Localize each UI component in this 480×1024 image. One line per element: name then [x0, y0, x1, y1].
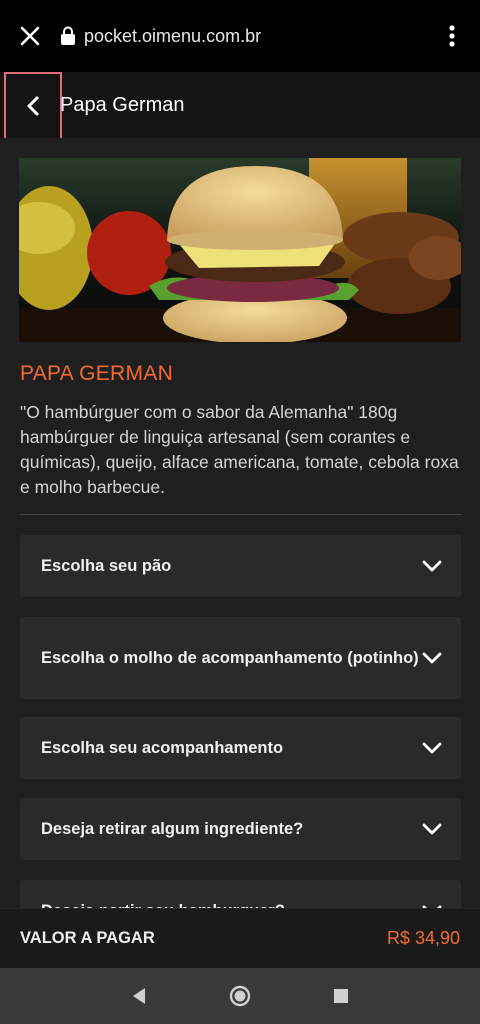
back-button[interactable]	[4, 72, 62, 140]
url-text: pocket.oimenu.com.br	[84, 25, 262, 46]
chevron-down-icon	[422, 742, 442, 754]
address-bar[interactable]: pocket.oimenu.com.br	[60, 26, 424, 47]
option-bread[interactable]: Escolha seu pão	[20, 535, 461, 597]
more-vert-icon	[449, 25, 455, 47]
chevron-down-icon	[422, 652, 442, 664]
chevron-left-icon	[27, 96, 39, 116]
divider	[20, 514, 461, 515]
total-price: R$ 34,90	[386, 928, 460, 948]
chevron-down-icon	[422, 905, 442, 908]
option-label: Deseja partir seu hamburguer?	[41, 900, 421, 908]
option-label: Escolha seu acompanhamento	[41, 739, 284, 757]
product-detail[interactable]: PAPA GERMAN "O hambúrguer com o sabor da…	[0, 138, 480, 908]
system-nav-bar	[0, 968, 480, 1024]
browser-toolbar: pocket.oimenu.com.br	[0, 0, 480, 72]
browser-menu-button[interactable]	[424, 0, 480, 72]
total-bar: VALOR A PAGAR R$ 34,90	[0, 908, 480, 968]
option-label: Escolha seu pão	[41, 557, 172, 575]
page-title: Papa German	[60, 93, 185, 116]
back-triangle-icon[interactable]	[131, 987, 147, 1005]
chevron-down-icon	[422, 823, 442, 835]
option-sauce[interactable]: Escolha o molho de acompanhamento (potin…	[20, 617, 461, 699]
close-tab-button[interactable]	[0, 0, 60, 72]
total-label: VALOR A PAGAR	[20, 929, 155, 947]
home-circle-icon[interactable]	[229, 985, 251, 1007]
option-label: Deseja retirar algum ingrediente?	[41, 820, 304, 838]
close-icon	[20, 26, 40, 46]
product-image	[19, 158, 461, 342]
option-side[interactable]: Escolha seu acompanhamento	[20, 717, 461, 779]
app-header: Papa German	[0, 72, 480, 140]
chevron-down-icon	[422, 560, 442, 572]
product-description: "O hambúrguer com o sabor da Alemanha" 1…	[20, 402, 459, 497]
option-split-burger[interactable]: Deseja partir seu hamburguer?	[20, 880, 461, 908]
product-name: PAPA GERMAN	[20, 362, 174, 385]
option-remove-ingredient[interactable]: Deseja retirar algum ingrediente?	[20, 798, 461, 860]
option-label: Escolha o molho de acompanhamento (potin…	[41, 649, 419, 667]
lock-icon	[61, 26, 75, 45]
recents-square-icon[interactable]	[333, 988, 349, 1004]
